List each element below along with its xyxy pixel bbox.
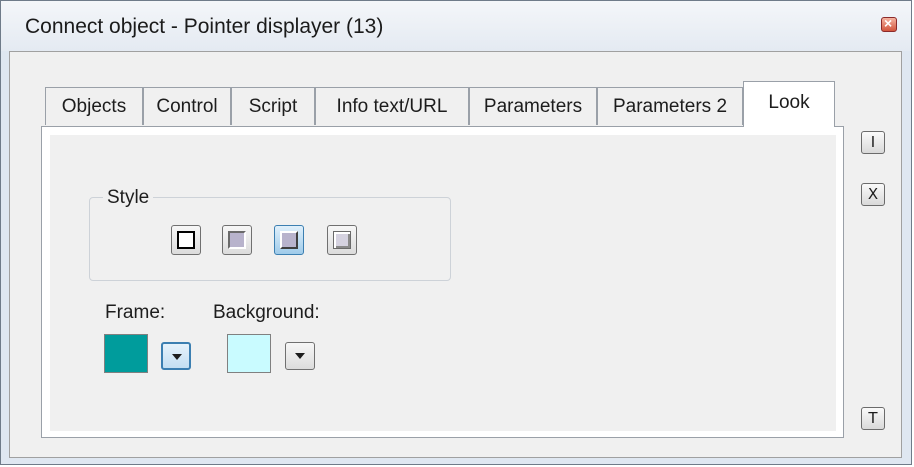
sunken-frame-icon	[228, 231, 246, 249]
raised-frame-icon	[280, 231, 298, 249]
style-sunken-button[interactable]	[222, 225, 252, 255]
side-button-label: X	[867, 185, 879, 203]
background-color-dropdown[interactable]	[285, 342, 315, 370]
style-groupbox	[89, 197, 451, 281]
tab-look[interactable]: Look	[743, 81, 835, 127]
look-panel-content	[50, 135, 836, 431]
cancel-icon[interactable]: X	[861, 183, 885, 206]
frame-color-label: Frame:	[105, 302, 166, 323]
tab-script[interactable]: Script	[231, 87, 315, 125]
tab-label: Parameters 2	[612, 96, 728, 117]
tab-label: Info text/URL	[336, 96, 448, 117]
dialog-window: Connect object - Pointer displayer (13) …	[0, 0, 912, 465]
frame-color-dropdown[interactable]	[161, 342, 191, 370]
tab-parameters-2[interactable]: Parameters 2	[597, 87, 743, 125]
tab-control[interactable]: Control	[143, 87, 231, 125]
tab-label: Control	[156, 96, 218, 117]
tab-info-text-url[interactable]: Info text/URL	[315, 87, 469, 125]
side-button-label: I	[870, 133, 876, 151]
style-raised-button[interactable]	[274, 225, 304, 255]
bevel-frame-icon	[333, 231, 351, 249]
style-plain-button[interactable]	[171, 225, 201, 255]
tab-parameters[interactable]: Parameters	[469, 87, 597, 125]
tab-label: Look	[768, 92, 810, 113]
tab-objects[interactable]: Objects	[45, 87, 143, 125]
style-bevel-button[interactable]	[327, 225, 357, 255]
background-color-label: Background:	[213, 302, 320, 323]
tab-label: Objects	[61, 96, 127, 117]
info-icon[interactable]: I	[861, 131, 885, 154]
window-title: Connect object - Pointer displayer (13)	[25, 15, 384, 38]
side-button-label: T	[868, 409, 878, 427]
title-bar: Connect object - Pointer displayer (13)	[1, 1, 911, 51]
tab-label: Parameters	[483, 96, 583, 117]
look-panel	[41, 126, 844, 438]
style-group-label: Style	[103, 187, 154, 209]
frame-color-swatch[interactable]	[104, 334, 148, 373]
text-icon[interactable]: T	[861, 407, 885, 430]
tab-label: Script	[248, 96, 298, 117]
plain-frame-icon	[177, 231, 195, 249]
background-color-swatch[interactable]	[227, 334, 271, 373]
close-icon[interactable]	[881, 15, 897, 32]
